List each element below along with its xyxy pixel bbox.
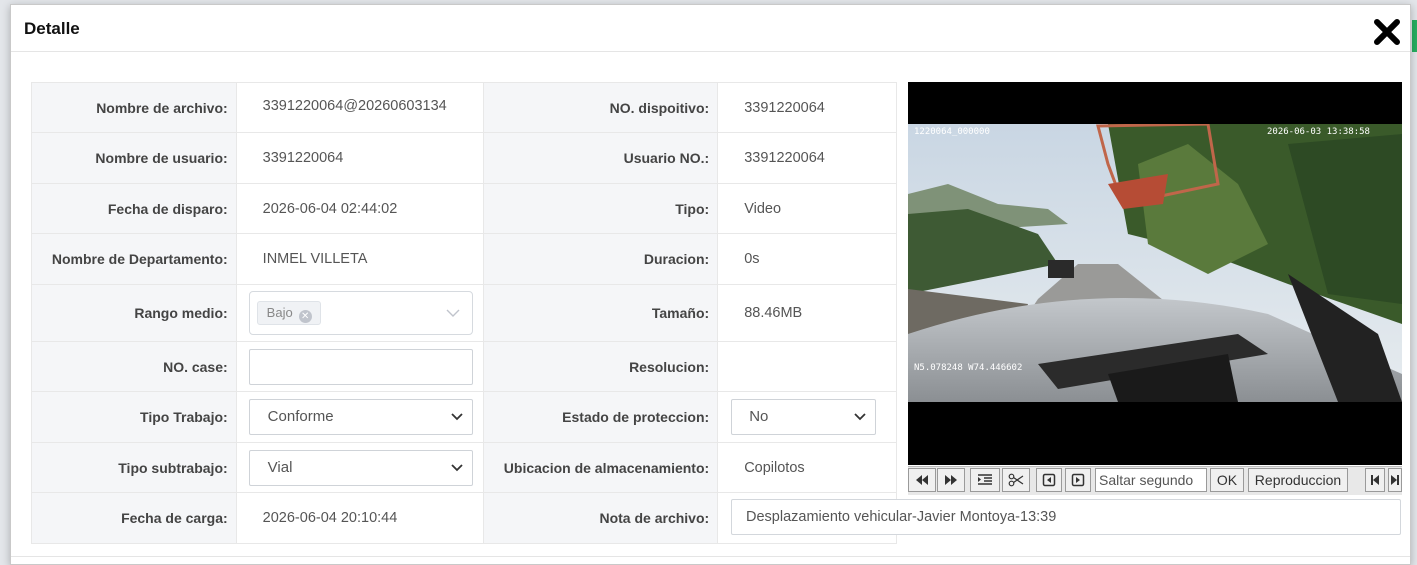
video-overlay-time: 2026-06-03 13:38:58 [1267,127,1370,137]
next-frame-button[interactable] [1065,468,1091,492]
next-frame-icon [1071,473,1085,487]
fast-forward-icon [945,475,957,485]
form-row: Tipo Trabajo: Conforme Estado de protecc… [31,391,897,443]
form-row: NO. case: Resolucion: [31,341,897,392]
note-label: Nota de archivo: [482,492,719,544]
video-overlay-id: 1220064_000000 [914,127,990,137]
form-row: Rango medio: Bajo ✕ Tamaño: 88.46MB [31,284,897,342]
modal-footer-divider [11,556,1410,557]
work-type-label: Tipo Trabajo: [31,391,237,443]
background-accent [1412,20,1417,52]
user-no-value: 3391220064 [717,132,897,184]
ok-button[interactable]: OK [1210,468,1244,492]
work-type-value: Conforme [267,408,334,425]
video-frame: 1220064_000000 2026-06-03 13:38:58 N5.07… [908,124,1402,402]
department-label: Nombre de Departamento: [31,233,237,285]
type-label: Tipo: [482,183,719,234]
form-row: Nombre de usuario: 3391220064 Usuario NO… [31,132,897,184]
protection-value: No [749,408,769,425]
user-name-value: 3391220064 [235,132,484,184]
sub-work-type-select[interactable]: Vial [248,449,473,486]
trigger-date-label: Fecha de disparo: [31,183,237,234]
playback-button[interactable]: Reproduccion [1248,468,1348,492]
range-multiselect[interactable]: Bajo ✕ [248,291,473,335]
case-no-input[interactable] [248,348,473,385]
tag-remove-icon[interactable]: ✕ [298,310,312,323]
seek-seconds-input[interactable]: Saltar segundo [1095,468,1207,492]
modal-header: Detalle [11,5,1410,52]
note-input[interactable]: Desplazamiento vehicular-Javier Montoya-… [731,499,1401,535]
storage-value: Copilotos [717,442,897,493]
skip-end-button[interactable] [1388,468,1402,492]
scissors-icon [1008,473,1024,487]
range-tag: Bajo ✕ [256,301,321,325]
work-type-select[interactable]: Conforme [248,399,473,435]
video-player[interactable]: 1220064_000000 2026-06-03 13:38:58 N5.07… [908,82,1402,465]
case-no-label: NO. case: [31,341,237,392]
skip-start-button[interactable] [1365,468,1385,492]
detail-modal: Detalle Nombre de archivo: 3391220064@20… [10,4,1411,565]
file-name-value: 3391220064@20260603134 [262,97,447,114]
user-name-label: Nombre de usuario: [31,132,237,184]
upload-date-label: Fecha de carga: [31,492,237,544]
chevron-down-icon [854,413,866,421]
sub-work-type-label: Tipo subtrabajo: [31,442,237,493]
cut-button[interactable] [1002,468,1030,492]
protection-label: Estado de proteccion: [482,391,719,443]
modal-title: Detalle [24,19,80,38]
storage-label: Ubicacion de almacenamiento: [482,442,719,493]
form-row: Fecha de disparo: 2026-06-04 02:44:02 Ti… [31,183,897,234]
duration-value: 0s [717,233,897,285]
prev-frame-icon [1042,473,1056,487]
chevron-down-icon [450,413,463,421]
device-no-value: 3391220064 [717,82,897,133]
video-overlay-gps: N5.078248 W74.446602 [914,363,1022,373]
size-value: 88.46MB [717,284,897,342]
sub-work-type-value: Vial [267,458,293,476]
close-icon [1374,19,1400,45]
resolution-value [717,341,897,392]
range-tag-label: Bajo [266,305,293,320]
size-label: Tamaño: [482,284,719,342]
trigger-date-value: 2026-06-04 02:44:02 [235,183,484,234]
file-name-label: Nombre de archivo: [31,82,237,133]
close-button[interactable] [1372,17,1402,47]
form-row: Nombre de Departamento: INMEL VILLETA Du… [31,233,897,285]
resolution-label: Resolucion: [482,341,719,392]
chevron-down-icon [450,463,463,471]
rewind-icon [916,475,928,485]
skip-start-icon [1371,475,1379,485]
fast-forward-button[interactable] [937,468,965,492]
video-controls: Saltar segundo OK Reproduccion [908,466,1402,495]
duration-label: Duracion: [482,233,719,285]
indent-list-icon [978,474,992,485]
upload-date-value: 2026-06-04 20:10:44 [235,492,484,544]
type-value: Video [717,183,897,234]
indent-list-button[interactable] [970,468,1000,492]
user-no-label: Usuario NO.: [482,132,719,184]
chevron-down-icon [446,309,460,317]
range-label: Rango medio: [31,284,237,342]
department-value: INMEL VILLETA [235,233,484,285]
rewind-button[interactable] [908,468,936,492]
form-row: Tipo subtrabajo: Vial Ubicacion de almac… [31,442,897,493]
device-no-label: NO. dispoitivo: [482,82,719,133]
prev-frame-button[interactable] [1036,468,1062,492]
detail-form: Nombre de archivo: 3391220064@2026060313… [31,82,897,544]
form-row: Nombre de archivo: 3391220064@2026060313… [31,82,897,133]
skip-end-icon [1391,475,1399,485]
protection-select[interactable]: No [731,399,876,435]
